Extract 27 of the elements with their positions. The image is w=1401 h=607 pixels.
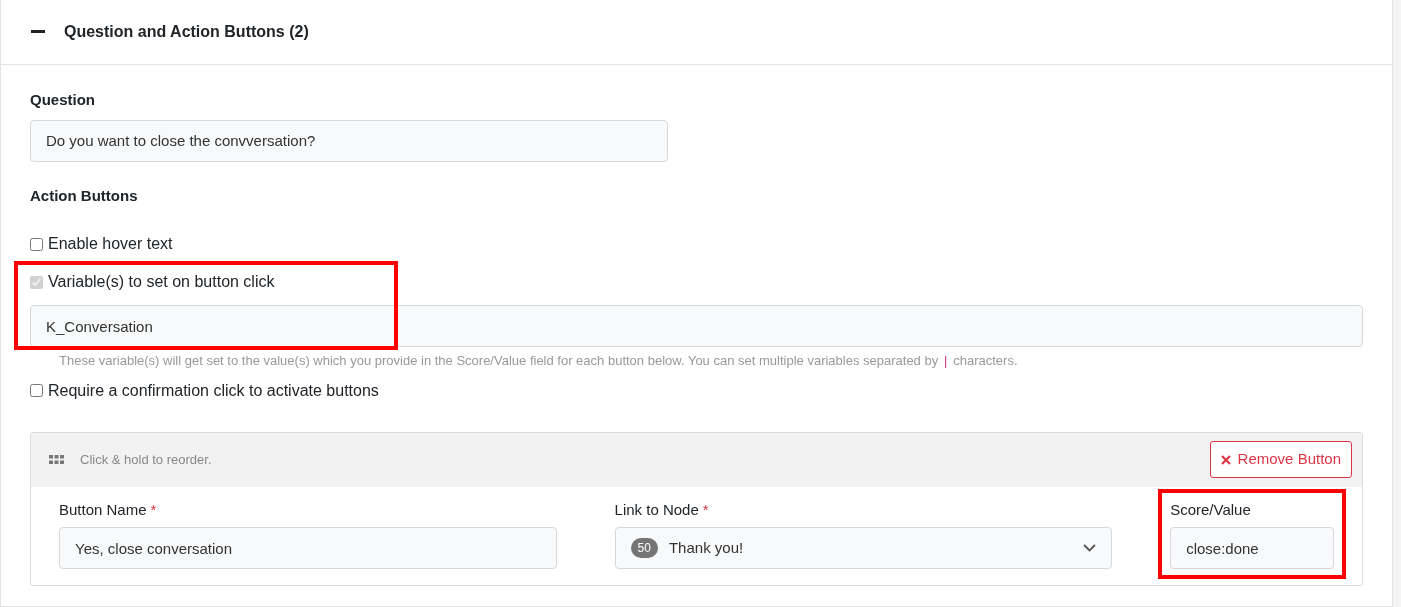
text-field[interactable]: close:done bbox=[1170, 527, 1334, 569]
question-field[interactable]: Do you want to close the convversation? bbox=[30, 119, 668, 162]
remove-button[interactable]: Remove Button bbox=[1209, 441, 1352, 478]
node-select[interactable]: 50 Thank you! bbox=[614, 527, 1113, 569]
checkbox-label: Variable(s) to set on button click bbox=[48, 272, 275, 292]
reorder-hint: Click & hold to reorder. bbox=[80, 450, 212, 469]
section-label: Action Buttons bbox=[30, 185, 139, 206]
chevron-down-icon bbox=[1083, 544, 1097, 552]
selected-node-label: Thank you! bbox=[668, 537, 744, 558]
node-number-badge: 50 bbox=[630, 538, 658, 558]
field-label: Question bbox=[30, 90, 96, 110]
checkbox-label: Enable hover text bbox=[48, 234, 173, 254]
drag-handle-icon[interactable] bbox=[49, 455, 64, 464]
field-label: Button Name * bbox=[59, 499, 158, 520]
text-field[interactable]: Yes, close conversation bbox=[59, 527, 557, 569]
checkbox-label: Require a confirmation click to activate buttons bbox=[48, 380, 379, 401]
section-title: Question and Action Buttons (2) bbox=[64, 22, 309, 42]
help-text: These variable(s) will get set to the value(s) which you provide in the Score/Value field for each button below. You can set multiple variables separated by | characters. bbox=[58, 352, 1019, 371]
checkbox[interactable] bbox=[30, 237, 43, 251]
required-marker: * bbox=[702, 500, 709, 518]
checkbox[interactable] bbox=[30, 384, 43, 397]
collapse-icon[interactable] bbox=[31, 30, 45, 34]
field-label: Score/Value bbox=[1170, 499, 1252, 520]
field-label: Link to Node * bbox=[614, 499, 710, 520]
close-x-icon bbox=[1220, 454, 1231, 465]
variables-field[interactable]: K_Conversation bbox=[30, 305, 1363, 347]
required-marker: * bbox=[150, 500, 157, 518]
